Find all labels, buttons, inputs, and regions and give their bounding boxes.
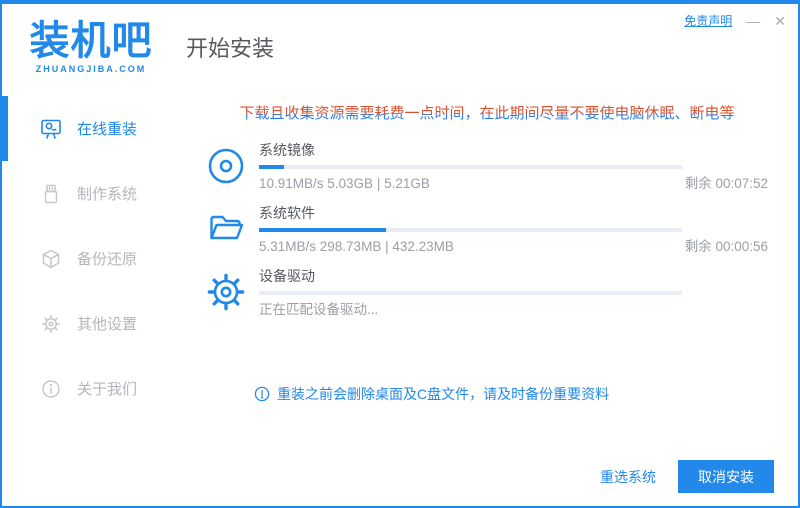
task-stats-row: 10.91MB/s 5.03GB | 5.21GB 剩余 00:07:52	[259, 175, 768, 192]
app-logo: 装机吧 ZHUANGJIBA.COM	[28, 20, 154, 74]
task-stats-row: 正在匹配设备驱动...	[259, 301, 768, 318]
task-speed-stats: 5.31MB/s 298.73MB | 432.23MB	[259, 239, 454, 254]
logo-tagline: ZHUANGJIBA.COM	[35, 64, 147, 74]
task-time-remaining: 剩余 00:07:52	[684, 176, 768, 191]
sidebar: 在线重装 制作系统 备份还原 其他设置 关于我们	[2, 90, 190, 506]
sidebar-item-label: 其他设置	[77, 316, 138, 333]
task-body: 设备驱动 正在匹配设备驱动...	[259, 268, 768, 318]
task-time-remaining: 剩余 00:00:56	[684, 239, 768, 254]
app-window: 装机吧 ZHUANGJIBA.COM 开始安装 免责声明 — ✕ 在线重装 制作…	[0, 0, 800, 508]
usb-icon	[40, 183, 62, 205]
progress-fill	[259, 228, 386, 232]
task-speed-stats: 10.91MB/s 5.03GB | 5.21GB	[259, 176, 430, 191]
task-title: 设备驱动	[259, 268, 315, 284]
sidebar-item-label: 在线重装	[77, 121, 138, 138]
backup-note: 重装之前会删除桌面及C盘文件，请及时备份重要资料	[254, 384, 768, 404]
settings-icon	[40, 313, 62, 335]
task-status-text: 正在匹配设备驱动...	[259, 302, 379, 317]
main-row: 在线重装 制作系统 备份还原 其他设置 关于我们 下载且收集资源需要耗费一点时间…	[2, 90, 798, 506]
task-system-image: 系统镜像 10.91MB/s 5.03GB | 5.21GB 剩余 00:07:…	[206, 142, 768, 192]
task-body: 系统软件 5.31MB/s 298.73MB | 432.23MB 剩余 00:…	[259, 205, 768, 255]
cancel-install-button[interactable]: 取消安装	[678, 460, 774, 493]
header: 装机吧 ZHUANGJIBA.COM 开始安装	[2, 4, 798, 90]
task-device-driver: 设备驱动 正在匹配设备驱动...	[206, 268, 768, 318]
reselect-system-button[interactable]: 重选系统	[600, 467, 656, 487]
sidebar-item-backup-restore[interactable]: 备份还原	[2, 226, 190, 291]
alert-circle-icon	[254, 386, 270, 402]
sidebar-item-make-system[interactable]: 制作系统	[2, 161, 190, 226]
folder-icon	[206, 209, 246, 249]
close-icon[interactable]: ✕	[774, 14, 786, 28]
monitor-icon	[40, 118, 62, 140]
sidebar-item-online-reinstall[interactable]: 在线重装	[2, 96, 190, 161]
progress-fill	[259, 165, 285, 169]
gear-icon	[206, 272, 246, 312]
progress-bar	[259, 291, 682, 295]
page-title: 开始安装	[186, 36, 275, 61]
sidebar-item-label: 备份还原	[77, 251, 138, 268]
disclaimer-link[interactable]: 免责声明	[684, 12, 732, 29]
sidebar-item-label: 关于我们	[77, 381, 138, 398]
warning-text: 下载且收集资源需要耗费一点时间，在此期间尽量不要使电脑休眠、断电等	[206, 104, 768, 124]
sidebar-item-label: 制作系统	[77, 186, 138, 203]
disc-icon	[206, 146, 246, 186]
task-stats-row: 5.31MB/s 298.73MB | 432.23MB 剩余 00:00:56	[259, 238, 768, 255]
backup-icon	[40, 248, 62, 270]
minimize-icon[interactable]: —	[746, 14, 760, 28]
sidebar-item-other-settings[interactable]: 其他设置	[2, 291, 190, 356]
footer: 重选系统 取消安装	[600, 460, 774, 493]
content-area: 下载且收集资源需要耗费一点时间，在此期间尽量不要使电脑休眠、断电等 系统镜像 1…	[190, 90, 798, 506]
sidebar-item-about-us[interactable]: 关于我们	[2, 356, 190, 421]
task-system-software: 系统软件 5.31MB/s 298.73MB | 432.23MB 剩余 00:…	[206, 205, 768, 255]
task-title: 系统镜像	[259, 142, 315, 158]
titlebar-controls: 免责声明 — ✕	[684, 12, 786, 29]
progress-bar	[259, 228, 682, 232]
info-icon	[40, 378, 62, 400]
backup-note-text: 重装之前会删除桌面及C盘文件，请及时备份重要资料	[277, 386, 610, 402]
task-body: 系统镜像 10.91MB/s 5.03GB | 5.21GB 剩余 00:07:…	[259, 142, 768, 192]
progress-bar	[259, 165, 682, 169]
logo-text: 装机吧	[29, 19, 153, 63]
task-title: 系统软件	[259, 205, 315, 221]
